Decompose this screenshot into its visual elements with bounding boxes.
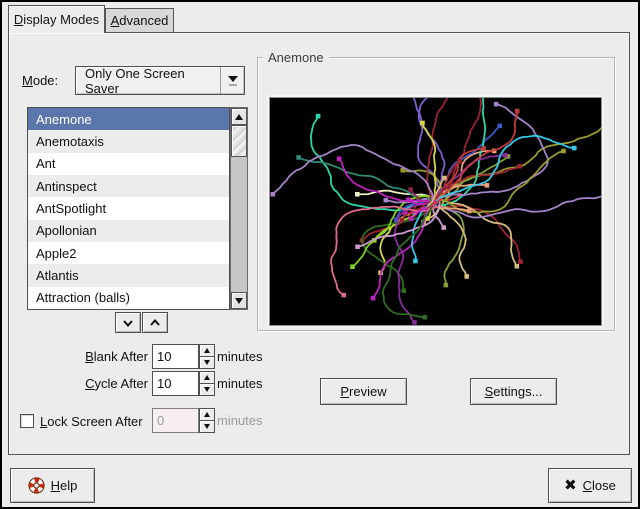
spin-down-icon[interactable]: [199, 384, 215, 396]
preview-button[interactable]: Preview: [320, 378, 407, 405]
mode-dropdown-value: Only One Screen Saver: [76, 67, 220, 94]
list-item-label: AntSpotlight: [36, 201, 106, 216]
blank-after-input[interactable]: [152, 344, 199, 369]
spin-up-icon: [199, 408, 215, 421]
preview-group-title: Anemone: [263, 50, 329, 65]
anemone-art: [270, 98, 601, 325]
scroll-up-icon: [235, 114, 243, 120]
cycle-after-spinner[interactable]: [199, 371, 215, 396]
screensaver-list[interactable]: Anemone Anemotaxis Ant Antinspect AntSpotlig…: [27, 107, 230, 310]
spin-down-icon[interactable]: [199, 357, 215, 369]
screensaver-preferences-dialog: Advanced Display Modes Mode: Only One Sc…: [0, 0, 640, 509]
list-item-label: Anemone: [36, 112, 92, 127]
help-button-label: Help: [51, 478, 78, 493]
spin-down-icon: [199, 421, 215, 433]
cycle-after-unit: minutes: [217, 376, 263, 391]
cycle-after-input[interactable]: [152, 371, 199, 396]
list-item[interactable]: Atlantis: [28, 264, 229, 286]
list-next-button[interactable]: [115, 312, 141, 333]
list-item-label: Atlantis: [36, 268, 79, 283]
lock-screen-checkbox[interactable]: [20, 414, 34, 428]
list-item-label: Apple2: [36, 246, 76, 261]
list-prev-button[interactable]: [142, 312, 168, 333]
close-x-icon: ✖: [564, 478, 577, 493]
mode-dropdown[interactable]: Only One Screen Saver: [75, 66, 245, 95]
list-item[interactable]: Attraction (balls): [28, 287, 229, 309]
chevron-down-icon: [122, 318, 134, 328]
close-button-label: Close: [583, 478, 616, 493]
preview-group-frame: [257, 57, 615, 331]
cycle-after-label: Cycle After: [32, 376, 148, 391]
list-item[interactable]: AntSpotlight: [28, 197, 229, 219]
help-button[interactable]: Help: [10, 468, 95, 503]
settings-button-label: Settings...: [485, 384, 543, 399]
tab-advanced[interactable]: Advanced: [105, 8, 174, 32]
lock-screen-spinner: [199, 408, 215, 433]
blank-after-unit: minutes: [217, 349, 263, 364]
scroll-down-icon: [235, 298, 243, 304]
spin-up-icon[interactable]: [199, 344, 215, 357]
tab-advanced-label: Advanced: [111, 13, 169, 28]
list-item[interactable]: Apple2: [28, 242, 229, 264]
spin-up-icon[interactable]: [199, 371, 215, 384]
lock-screen-input: [152, 408, 199, 433]
lock-screen-unit: minutes: [217, 413, 263, 428]
blank-after-label: Blank After: [32, 349, 148, 364]
screensaver-preview-image: [269, 97, 602, 326]
list-scrollbar[interactable]: [230, 107, 248, 310]
help-lifebuoy-icon: [28, 477, 45, 494]
list-item[interactable]: Ant: [28, 153, 229, 175]
list-item[interactable]: Anemotaxis: [28, 130, 229, 152]
list-item-label: Anemotaxis: [36, 134, 104, 149]
list-item[interactable]: Antinspect: [28, 175, 229, 197]
lock-screen-label: Lock Screen After: [40, 414, 143, 429]
list-item-label: Antinspect: [36, 179, 97, 194]
tab-display-modes-label: Display Modes: [14, 12, 99, 27]
chevron-up-icon: [149, 318, 161, 328]
list-item[interactable]: Apollonian: [28, 220, 229, 242]
close-button[interactable]: ✖ Close: [548, 468, 632, 503]
list-item-label: Ant: [36, 156, 56, 171]
blank-after-spinner[interactable]: [199, 344, 215, 369]
preview-button-label: Preview: [340, 384, 386, 399]
list-item-label: Attraction (balls): [36, 290, 130, 305]
list-item[interactable]: Anemone: [28, 108, 229, 130]
scroll-up-button[interactable]: [231, 108, 247, 125]
combo-arrow-icon[interactable]: [220, 67, 244, 94]
scrollbar-trough[interactable]: [231, 157, 247, 292]
scrollbar-thumb[interactable]: [231, 125, 247, 157]
scroll-down-button[interactable]: [231, 292, 247, 309]
mode-label: Mode:: [22, 73, 70, 88]
settings-button[interactable]: Settings...: [470, 378, 557, 405]
list-item-label: Apollonian: [36, 223, 97, 238]
tab-display-modes[interactable]: Display Modes: [8, 5, 105, 33]
